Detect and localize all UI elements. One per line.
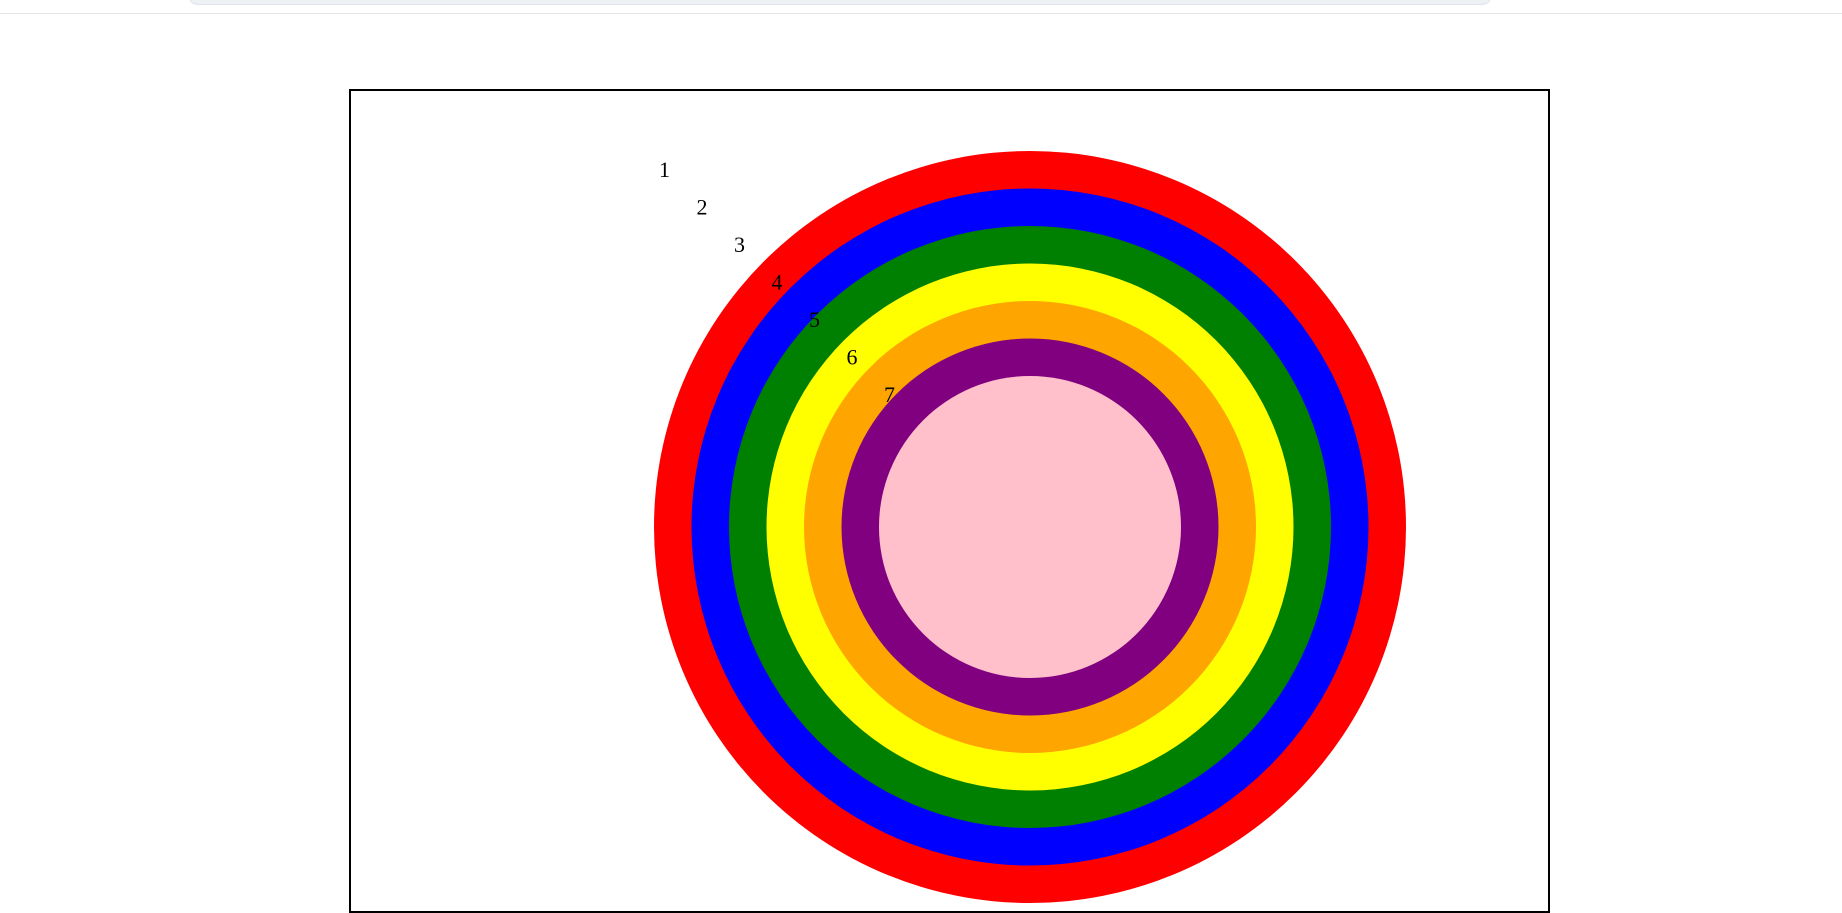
- circles-layer: [654, 151, 1406, 903]
- address-bar[interactable]: [188, 0, 1492, 5]
- ring-7: [879, 376, 1181, 678]
- ring-label-1: 1: [659, 157, 670, 182]
- diagram-canvas: 1 2 3 4 5 6 7: [349, 89, 1550, 913]
- ring-label-4: 4: [772, 270, 783, 295]
- ring-label-5: 5: [809, 307, 820, 332]
- ring-label-6: 6: [847, 345, 858, 370]
- browser-top-bar: [0, 0, 1842, 14]
- ring-label-3: 3: [734, 232, 745, 257]
- ring-label-2: 2: [697, 195, 708, 220]
- ring-label-7: 7: [884, 382, 895, 407]
- concentric-circles-diagram: 1 2 3 4 5 6 7: [654, 151, 1406, 903]
